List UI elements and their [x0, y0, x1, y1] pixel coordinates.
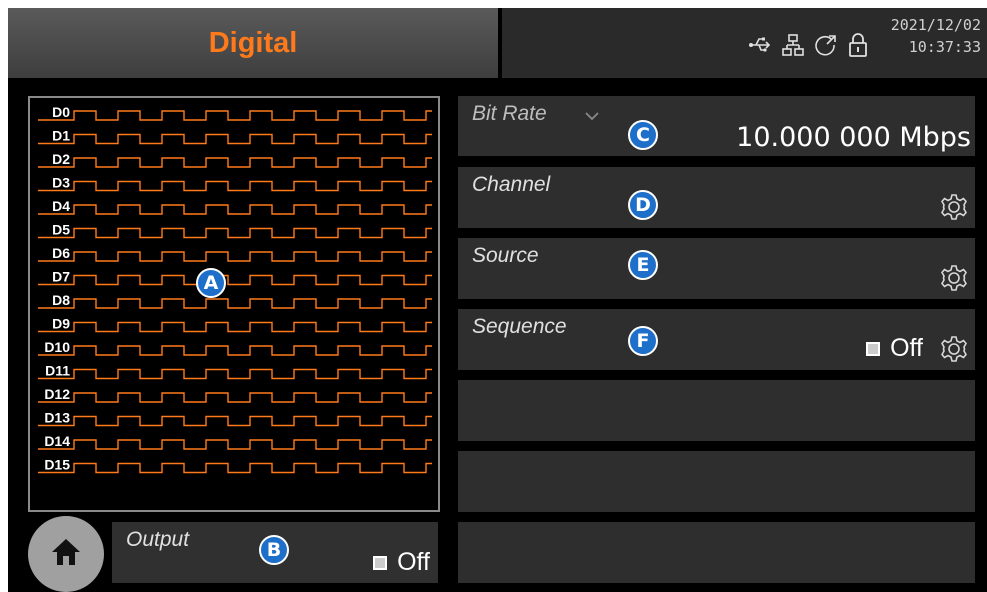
bit-rate-value: 10.000 000 Mbps — [736, 122, 971, 153]
bit-rate-field[interactable]: Bit Rate 10.000 000 Mbps — [458, 96, 975, 156]
channel-trace — [38, 204, 432, 215]
date-text: 2021/12/02 — [890, 16, 981, 34]
channel-trace — [38, 321, 432, 333]
sequence-state: Off — [890, 334, 923, 362]
sync-icon — [814, 33, 838, 57]
channel-label: D14 — [44, 433, 70, 449]
channel-label: D8 — [52, 292, 70, 308]
channel-label: D11 — [45, 363, 70, 379]
digital-waveform-preview: D0 D1 D2 D3 D4 D5 D6 D7 D8 D9 D10 D11 D12 D13 D14 D15 — [28, 96, 440, 512]
bit-rate-label: Bit Rate — [472, 102, 547, 125]
callout-badge-a: A — [196, 268, 226, 298]
channel-label: D4 — [52, 198, 70, 214]
instrument-screen: Digital 2021/12/02 10:37:33 D0 D1 D2 D3 D4 D5… — [8, 8, 987, 592]
status-bar: 2021/12/02 10:37:33 — [502, 8, 987, 78]
channel-label: D9 — [52, 316, 70, 332]
sequence-label: Sequence — [472, 315, 567, 338]
page-title: Digital — [208, 27, 298, 59]
gear-icon[interactable] — [939, 192, 969, 227]
channel-label: D0 — [52, 104, 70, 120]
home-button[interactable] — [28, 516, 104, 592]
status-icons — [748, 30, 869, 60]
lock-icon — [847, 32, 869, 58]
empty-panel-2 — [458, 451, 975, 512]
source-label: Source — [472, 244, 539, 267]
channel-label: D12 — [44, 386, 70, 402]
channel-label: D15 — [44, 457, 70, 473]
gear-icon[interactable] — [939, 334, 969, 369]
waveform-canvas: D0 D1 D2 D3 D4 D5 D6 D7 D8 D9 D10 D11 D12 D13 D14 D15 — [38, 104, 432, 474]
network-icon — [781, 33, 805, 57]
callout-badge-c: C — [628, 120, 658, 150]
gear-icon[interactable] — [939, 263, 969, 298]
channel-label: D13 — [44, 410, 70, 426]
output-state: Off — [397, 548, 430, 576]
callout-badge-e: E — [628, 250, 658, 280]
channel-label: D5 — [52, 222, 70, 238]
channel-label: D6 — [52, 245, 70, 261]
output-checkbox[interactable] — [373, 555, 388, 570]
header-title-bar: Digital — [8, 8, 498, 78]
channel-trace — [38, 227, 432, 239]
channel-trace — [38, 415, 432, 427]
channel-trace — [38, 439, 432, 450]
channel-trace — [38, 133, 432, 145]
channel-trace — [38, 251, 432, 262]
channel-field[interactable]: Channel — [458, 167, 975, 228]
sequence-field[interactable]: Sequence Off — [458, 309, 975, 370]
chevron-down-icon — [584, 108, 600, 126]
source-field[interactable]: Source — [458, 238, 975, 299]
channel-trace — [38, 392, 432, 403]
channel-label: D1 — [52, 128, 70, 144]
output-toggle[interactable]: Off — [373, 548, 430, 577]
home-icon — [50, 537, 82, 572]
sequence-toggle[interactable]: Off — [866, 334, 923, 363]
callout-badge-d: D — [628, 190, 658, 220]
empty-panel-1 — [458, 380, 975, 441]
channel-label: D10 — [44, 339, 70, 355]
channel-trace — [38, 462, 432, 474]
channel-trace — [38, 368, 432, 380]
channel-trace — [38, 110, 432, 121]
time-text: 10:37:33 — [908, 38, 981, 56]
channel-trace — [38, 180, 432, 192]
callout-badge-f: F — [628, 326, 658, 356]
output-label: Output — [126, 528, 190, 551]
channel-trace — [38, 157, 432, 168]
channel-trace — [38, 345, 432, 356]
channel-label: D2 — [52, 151, 70, 167]
callout-badge-b: B — [259, 535, 289, 565]
channel-trace — [38, 274, 432, 286]
datetime: 2021/12/02 10:37:33 — [871, 14, 981, 58]
sequence-checkbox[interactable] — [866, 341, 881, 356]
channel-trace — [38, 298, 432, 309]
empty-panel-3 — [458, 522, 975, 583]
channel-label: D7 — [52, 269, 70, 285]
channel-label: Channel — [472, 173, 551, 196]
channel-label: D3 — [52, 175, 70, 191]
usb-icon — [748, 35, 772, 55]
